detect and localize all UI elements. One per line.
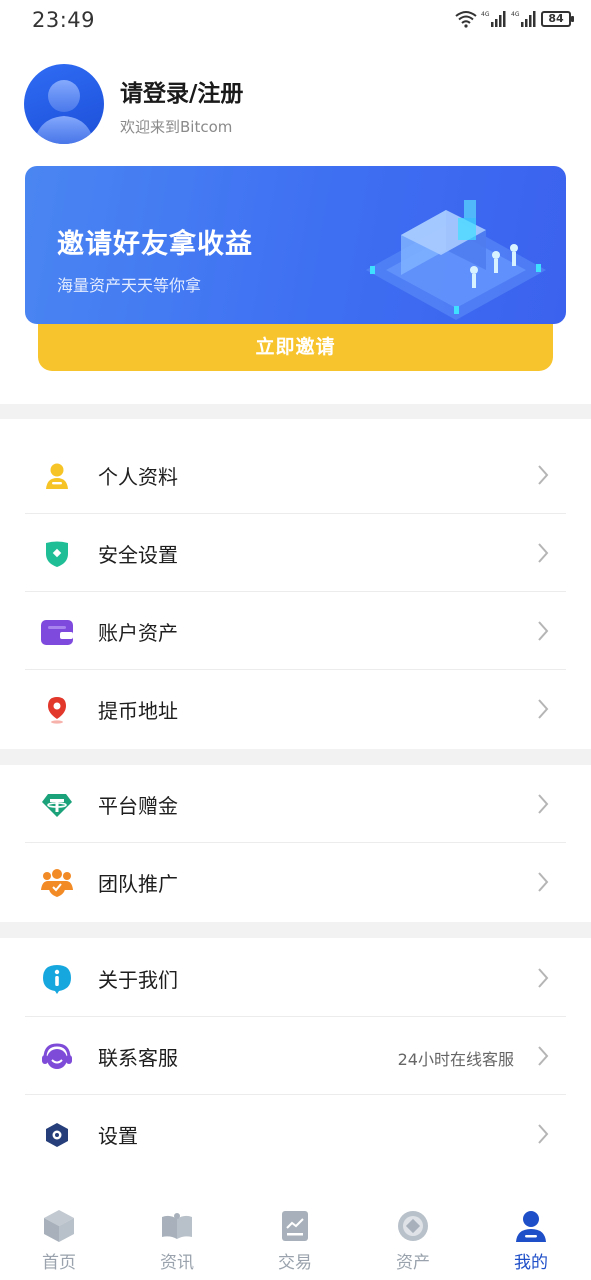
cube-icon xyxy=(44,1210,74,1242)
chevron-right-icon xyxy=(538,794,549,814)
bottom-tab-bar: 首页 资讯 交易 资产 我的 xyxy=(0,1196,591,1280)
tab-assets[interactable]: 资产 xyxy=(354,1196,472,1280)
tab-label: 我的 xyxy=(514,1253,548,1273)
banner-subtitle: 海量资产天天等你拿 xyxy=(57,276,202,295)
tab-label: 交易 xyxy=(278,1253,312,1273)
status-time: 23:49 xyxy=(32,8,96,32)
banner-title: 邀请好友拿收益 xyxy=(57,229,253,260)
chart-icon xyxy=(282,1211,308,1241)
info-icon xyxy=(39,961,75,997)
chevron-right-icon xyxy=(538,1124,549,1144)
tab-label: 资讯 xyxy=(160,1253,194,1273)
signal-icon: 4G xyxy=(511,11,536,27)
person-icon xyxy=(39,458,75,494)
menu-label: 团队推广 xyxy=(98,872,178,896)
profile-header[interactable]: 请登录/注册 欢迎来到Bitcom xyxy=(24,64,564,144)
tab-home[interactable]: 首页 xyxy=(0,1196,118,1280)
headset-icon xyxy=(39,1039,75,1075)
menu-label: 安全设置 xyxy=(98,543,178,567)
svg-text:4G: 4G xyxy=(481,11,490,18)
menu-item-team-promotion[interactable]: 团队推广 xyxy=(25,843,566,921)
menu-item-profile[interactable]: 个人资料 xyxy=(25,436,566,514)
menu-item-settings[interactable]: 设置 xyxy=(25,1095,566,1173)
isometric-illustration-icon xyxy=(366,200,546,320)
menu-item-withdraw-address[interactable]: 提币地址 xyxy=(25,670,566,748)
menu-label: 个人资料 xyxy=(98,465,178,489)
tab-label: 资产 xyxy=(396,1253,430,1273)
avatar[interactable] xyxy=(24,64,104,144)
menu-label: 提币地址 xyxy=(98,699,178,723)
chevron-right-icon xyxy=(538,621,549,641)
menu-label: 设置 xyxy=(98,1124,138,1148)
menu-label: 联系客服 xyxy=(98,1046,178,1070)
book-icon xyxy=(162,1213,192,1239)
tab-label: 首页 xyxy=(42,1253,76,1273)
signal-icon: 4G xyxy=(481,11,506,27)
tab-mine[interactable]: 我的 xyxy=(472,1196,590,1280)
menu-label: 平台赠金 xyxy=(98,794,178,818)
chevron-right-icon xyxy=(538,872,549,892)
service-hours-hint: 24小时在线客服 xyxy=(397,1050,514,1069)
avatar-person-icon xyxy=(34,80,94,144)
coin-icon xyxy=(398,1211,428,1241)
status-icons: 4G 4G 84 xyxy=(455,10,574,28)
wifi-icon xyxy=(455,11,477,28)
tab-news[interactable]: 资讯 xyxy=(118,1196,236,1280)
chevron-right-icon xyxy=(538,465,549,485)
invite-banner[interactable]: 邀请好友拿收益 海量资产天天等你拿 xyxy=(25,166,566,324)
welcome-text: 欢迎来到Bitcom xyxy=(120,118,233,136)
status-bar: 23:49 4G 4G 84 xyxy=(0,0,591,44)
chevron-right-icon xyxy=(538,968,549,988)
shield-icon xyxy=(39,536,75,572)
location-pin-icon xyxy=(39,692,75,728)
wallet-icon xyxy=(39,614,75,650)
menu-label: 关于我们 xyxy=(98,968,178,992)
login-title[interactable]: 请登录/注册 xyxy=(120,74,243,108)
chevron-right-icon xyxy=(538,1046,549,1066)
svg-text:4G: 4G xyxy=(511,11,520,18)
menu-item-account-assets[interactable]: 账户资产 xyxy=(25,592,566,670)
user-icon xyxy=(516,1211,546,1242)
gear-icon xyxy=(39,1117,75,1153)
invite-now-button[interactable]: 立即邀请 xyxy=(38,324,553,371)
menu-item-platform-bonus[interactable]: 平台赠金 xyxy=(25,765,566,843)
battery-icon: 84 xyxy=(541,11,574,27)
section-divider xyxy=(0,922,591,938)
section-divider xyxy=(0,404,591,419)
chevron-right-icon xyxy=(538,699,549,719)
chevron-right-icon xyxy=(538,543,549,563)
team-icon xyxy=(39,865,75,901)
menu-label: 账户资产 xyxy=(98,621,178,645)
tab-trade[interactable]: 交易 xyxy=(236,1196,354,1280)
menu-item-security[interactable]: 安全设置 xyxy=(25,514,566,592)
menu-item-customer-service[interactable]: 联系客服 24小时在线客服 xyxy=(25,1017,566,1095)
menu-item-about-us[interactable]: 关于我们 xyxy=(25,939,566,1017)
section-divider xyxy=(0,749,591,765)
tether-icon xyxy=(39,787,75,823)
